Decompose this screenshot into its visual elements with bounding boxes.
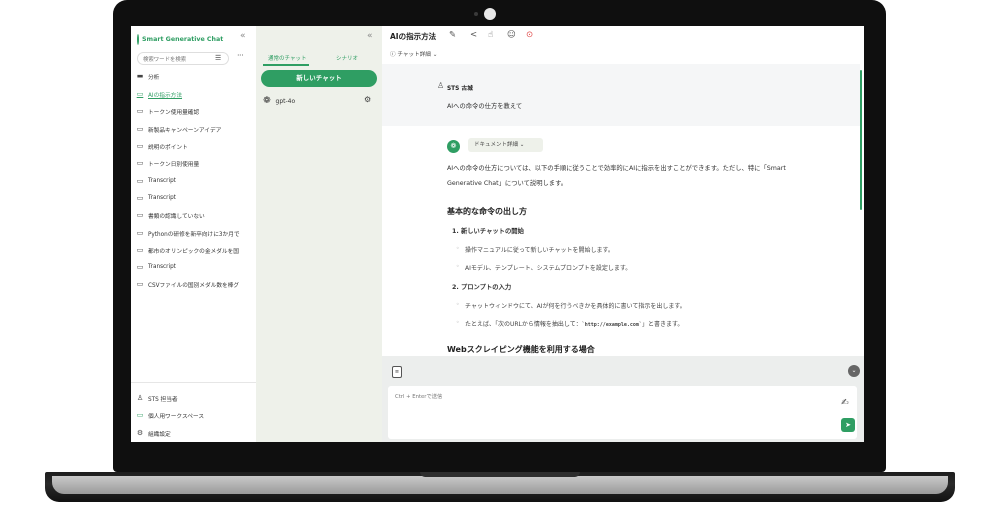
message-input-placeholder: Ctrl + Enterで送信	[395, 394, 443, 400]
sidebar-item-chat[interactable]: ▭ トークン日別使用量	[136, 157, 254, 169]
send-button[interactable]: ➤	[841, 418, 855, 432]
record-icon[interactable]: ⊙	[526, 30, 533, 40]
assistant-bullet: 操作マニュアルに従って新しいチャットを開始します。	[456, 245, 614, 254]
assistant-heading: Webスクレイピング機能を利用する場合	[447, 345, 595, 354]
chat-detail-dropdown[interactable]: ⓘ チャット詳細 ⌄	[390, 50, 437, 58]
logo-text: Smart Generative Chat	[142, 35, 224, 43]
tab-scenario[interactable]: シナリオ	[336, 54, 358, 62]
user-name: STS 古城	[447, 86, 473, 92]
attach-file-icon[interactable]: ≡	[392, 366, 402, 378]
workspace-icon: ▭	[136, 411, 144, 419]
folder-icon: ▬	[136, 72, 144, 80]
chat-bubble-icon: ▭	[136, 107, 144, 115]
send-icon: ➤	[845, 421, 851, 429]
message-input[interactable]	[388, 386, 857, 439]
sidebar-item-chat[interactable]: ▭ AIの指示方法	[136, 88, 254, 100]
chat-list-panel	[256, 26, 382, 442]
inline-code: `http://example.com`	[581, 322, 642, 328]
scroll-down-button[interactable]: ⌄	[848, 365, 860, 377]
app-logo[interactable]: Smart Generative Chat	[137, 32, 224, 46]
assistant-step: 2. プロンプトの入力	[452, 284, 512, 291]
sidebar-item-chat[interactable]: ▭ Transcript	[136, 175, 254, 187]
edit-icon[interactable]: ✎	[449, 30, 456, 40]
chat-bubble-icon: ▭	[136, 159, 144, 167]
assistant-avatar-icon: ❁	[447, 140, 460, 153]
user-account[interactable]: ♙ STS 担当者	[136, 392, 254, 404]
model-settings-icon[interactable]: ⚙	[364, 95, 371, 104]
assistant-bullet: AIモデル、テンプレート、システムプロンプトを設定します。	[456, 263, 631, 272]
user-icon: ♙	[136, 394, 144, 402]
new-chat-button[interactable]: 新しいチャット	[261, 70, 377, 87]
user-message: AIへの命令の仕方を教えて	[447, 103, 523, 110]
chat-bubble-icon: ▭	[136, 142, 144, 150]
chat-bubble-icon: ▭	[136, 280, 144, 288]
sidebar-item-folder[interactable]: ▬ 分析	[136, 70, 254, 82]
chat-bubble-icon: ▭	[136, 229, 144, 237]
chat-bubble-icon: ▭	[136, 194, 144, 202]
chat-bubble-icon: ▭	[136, 125, 144, 133]
active-tab-indicator	[263, 64, 309, 66]
user-icon: ♙	[437, 81, 445, 90]
logo-icon	[137, 33, 139, 45]
sidebar-item-chat[interactable]: ▭ 説明のポイント	[136, 140, 254, 152]
tab-normal-chat[interactable]: 通常のチャット	[268, 54, 306, 62]
assistant-text: AIへの命令の仕方については、以下の手順に従うことで効率的にAIに指示を出すこと…	[447, 165, 786, 172]
collapse-panel-icon[interactable]: «	[367, 31, 373, 41]
openai-icon: ❁	[263, 96, 271, 106]
assistant-bullet: たとえば、「次のURLから情報を抽出して：`http://example.com…	[456, 319, 683, 328]
chevron-down-icon: ⌄	[519, 142, 525, 148]
workspace-link[interactable]: ▭ 個人用ワークスペース	[136, 409, 254, 421]
sidebar-item-chat[interactable]: ▭ 都市のオリンピックの金メダルを国	[136, 244, 254, 256]
laptop-base-surface	[52, 476, 948, 494]
filter-icon[interactable]: ☰	[215, 54, 221, 62]
chevron-down-icon: ⌄	[432, 52, 438, 58]
sidebar-item-chat[interactable]: ▭ CSVファイルの国別メダル数を棒グ	[136, 278, 254, 290]
page-title: AIの指示方法	[390, 32, 437, 41]
chat-bubble-icon: ▭	[136, 177, 144, 185]
user-message-block	[382, 64, 860, 126]
sidebar-item-chat[interactable]: ▭ トークン使用量確認	[136, 105, 254, 117]
sidebar-item-chat[interactable]: ▭ 書類の認識していない	[136, 209, 254, 221]
info-icon: ⓘ	[390, 52, 396, 58]
assistant-text: Generative Chat」について説明します。	[447, 180, 568, 187]
sidebar-item-chat[interactable]: ▭ Transcript	[136, 192, 254, 204]
app-screen: Smart Generative Chat « 検索ワードを検索 ☰ ··· ▬…	[131, 26, 864, 442]
org-settings[interactable]: ⚙ 組織設定	[136, 427, 254, 439]
sidebar-item-chat[interactable]: ▭ 新製品キャンペーンアイデア	[136, 123, 254, 135]
sidebar-item-chat[interactable]: ▭ Pythonの研修を新卒向けに3か月で	[136, 227, 254, 239]
camera-indicator	[474, 12, 478, 16]
sidebar-item-chat[interactable]: ▭ Transcript	[136, 261, 254, 273]
model-item[interactable]: ❁ gpt-4o	[263, 95, 373, 107]
assistant-heading: 基本的な命令の出し方	[447, 207, 527, 216]
scrollbar[interactable]	[860, 70, 862, 210]
laptop-base-notch	[420, 472, 580, 477]
signature-icon[interactable]: ✍	[841, 398, 849, 408]
assistant-step: 1. 新しいチャットの開始	[452, 228, 524, 235]
share-icon[interactable]: <	[470, 30, 477, 40]
assistant-bullet: チャットウィンドウにて、AIが何を行うべきかを具体的に書いて指示を出します。	[456, 301, 686, 310]
chat-bubble-icon: ▭	[136, 263, 144, 271]
chat-bubble-icon: ▭	[136, 246, 144, 254]
camera	[484, 8, 496, 20]
chat-bubble-icon: ▭	[136, 90, 144, 98]
thumbs-up-icon[interactable]: ☝	[488, 30, 493, 40]
chat-bubble-icon: ▭	[136, 211, 144, 219]
smile-icon[interactable]: ☺	[507, 30, 516, 40]
collapse-sidebar-icon[interactable]: «	[240, 31, 246, 41]
gear-icon: ⚙	[136, 429, 144, 437]
document-detail-dropdown[interactable]: ドキュメント詳細 ⌄	[468, 138, 543, 152]
more-icon[interactable]: ···	[237, 51, 244, 60]
